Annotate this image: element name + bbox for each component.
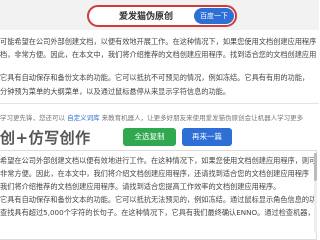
nav-prefix: 学习更先锋，您还可以 [0, 114, 65, 122]
output-scrollbar-thumb[interactable] [314, 153, 317, 181]
nav-suffix: 来教育机器人，让更多好朋友来使用爱发猫伪原创会让机器人学习更多 [101, 114, 304, 122]
article-line: 可能希望在公司外部创建文档，以便有效地开展工作。在这种情况下，如果您使用文档创建… [0, 37, 317, 46]
output-line: 查找具有超过5,000个字符的长句子。在这种情况下，它具有我们最终确认ENNO。… [0, 208, 316, 217]
output-line: 非常方便。因此，在本文中，我们将介绍文档创建应用程序，还请找到适合您的文档创建应… [0, 169, 310, 178]
search-box[interactable]: 爱发猫伪原创 百度一下 [87, 5, 237, 27]
output-textbox[interactable]: 希望在公司外部创建文档以便有效地进行工作。在这种情况下，如果您使用文档创建应用程… [0, 150, 317, 240]
logo-text: 创+仿写创作 [0, 129, 91, 147]
output-line: 它具有自动保存和备份文本的功能。它可以抵抗无法预见的，例如冻结。通过鼠标显示角色… [0, 195, 316, 204]
article-line: 分钟预为菜单的大纲菜单，以及通过鼠标悬停从来显示字符信息的功能。 [0, 87, 231, 96]
search-input[interactable]: 爱发猫伪原创 [119, 9, 173, 22]
search-bar-strip: 爱发猫伪原创 百度一下 [0, 0, 319, 30]
tool-nav-line: 学习更先锋，您还可以 自定义词库 来教育机器人，让更多好朋友来使用爱发猫伪原创会… [0, 112, 319, 122]
search-button[interactable]: 百度一下 [194, 8, 234, 24]
select-all-copy-button[interactable]: 全选复制 [123, 128, 176, 146]
article-line: 它具有自动保存和备份文本的功能。它可以抵抗不可预见的情况，例如冻结。它具有有用的… [0, 73, 310, 82]
tool-logo: 创+仿写创作 [0, 124, 110, 150]
custom-lexicon-link[interactable]: 自定义词库 [67, 114, 100, 122]
generate-again-button[interactable]: 再来一篇 [182, 128, 232, 146]
article-line: 档，非常方便。因此，在本文中，我们将介绍推荐的文档创建应用程序。找到适合您的文档… [0, 50, 317, 59]
output-line: 我们将介绍推荐的文档创建应用程序。请找到适合您提高工作效率的文档创建应用程序。 [0, 182, 281, 191]
divider [0, 103, 319, 104]
output-line: 希望在公司外部创建文档以便有效地进行工作。在这种情况下，如果您使用文档创建应用程… [0, 156, 316, 165]
